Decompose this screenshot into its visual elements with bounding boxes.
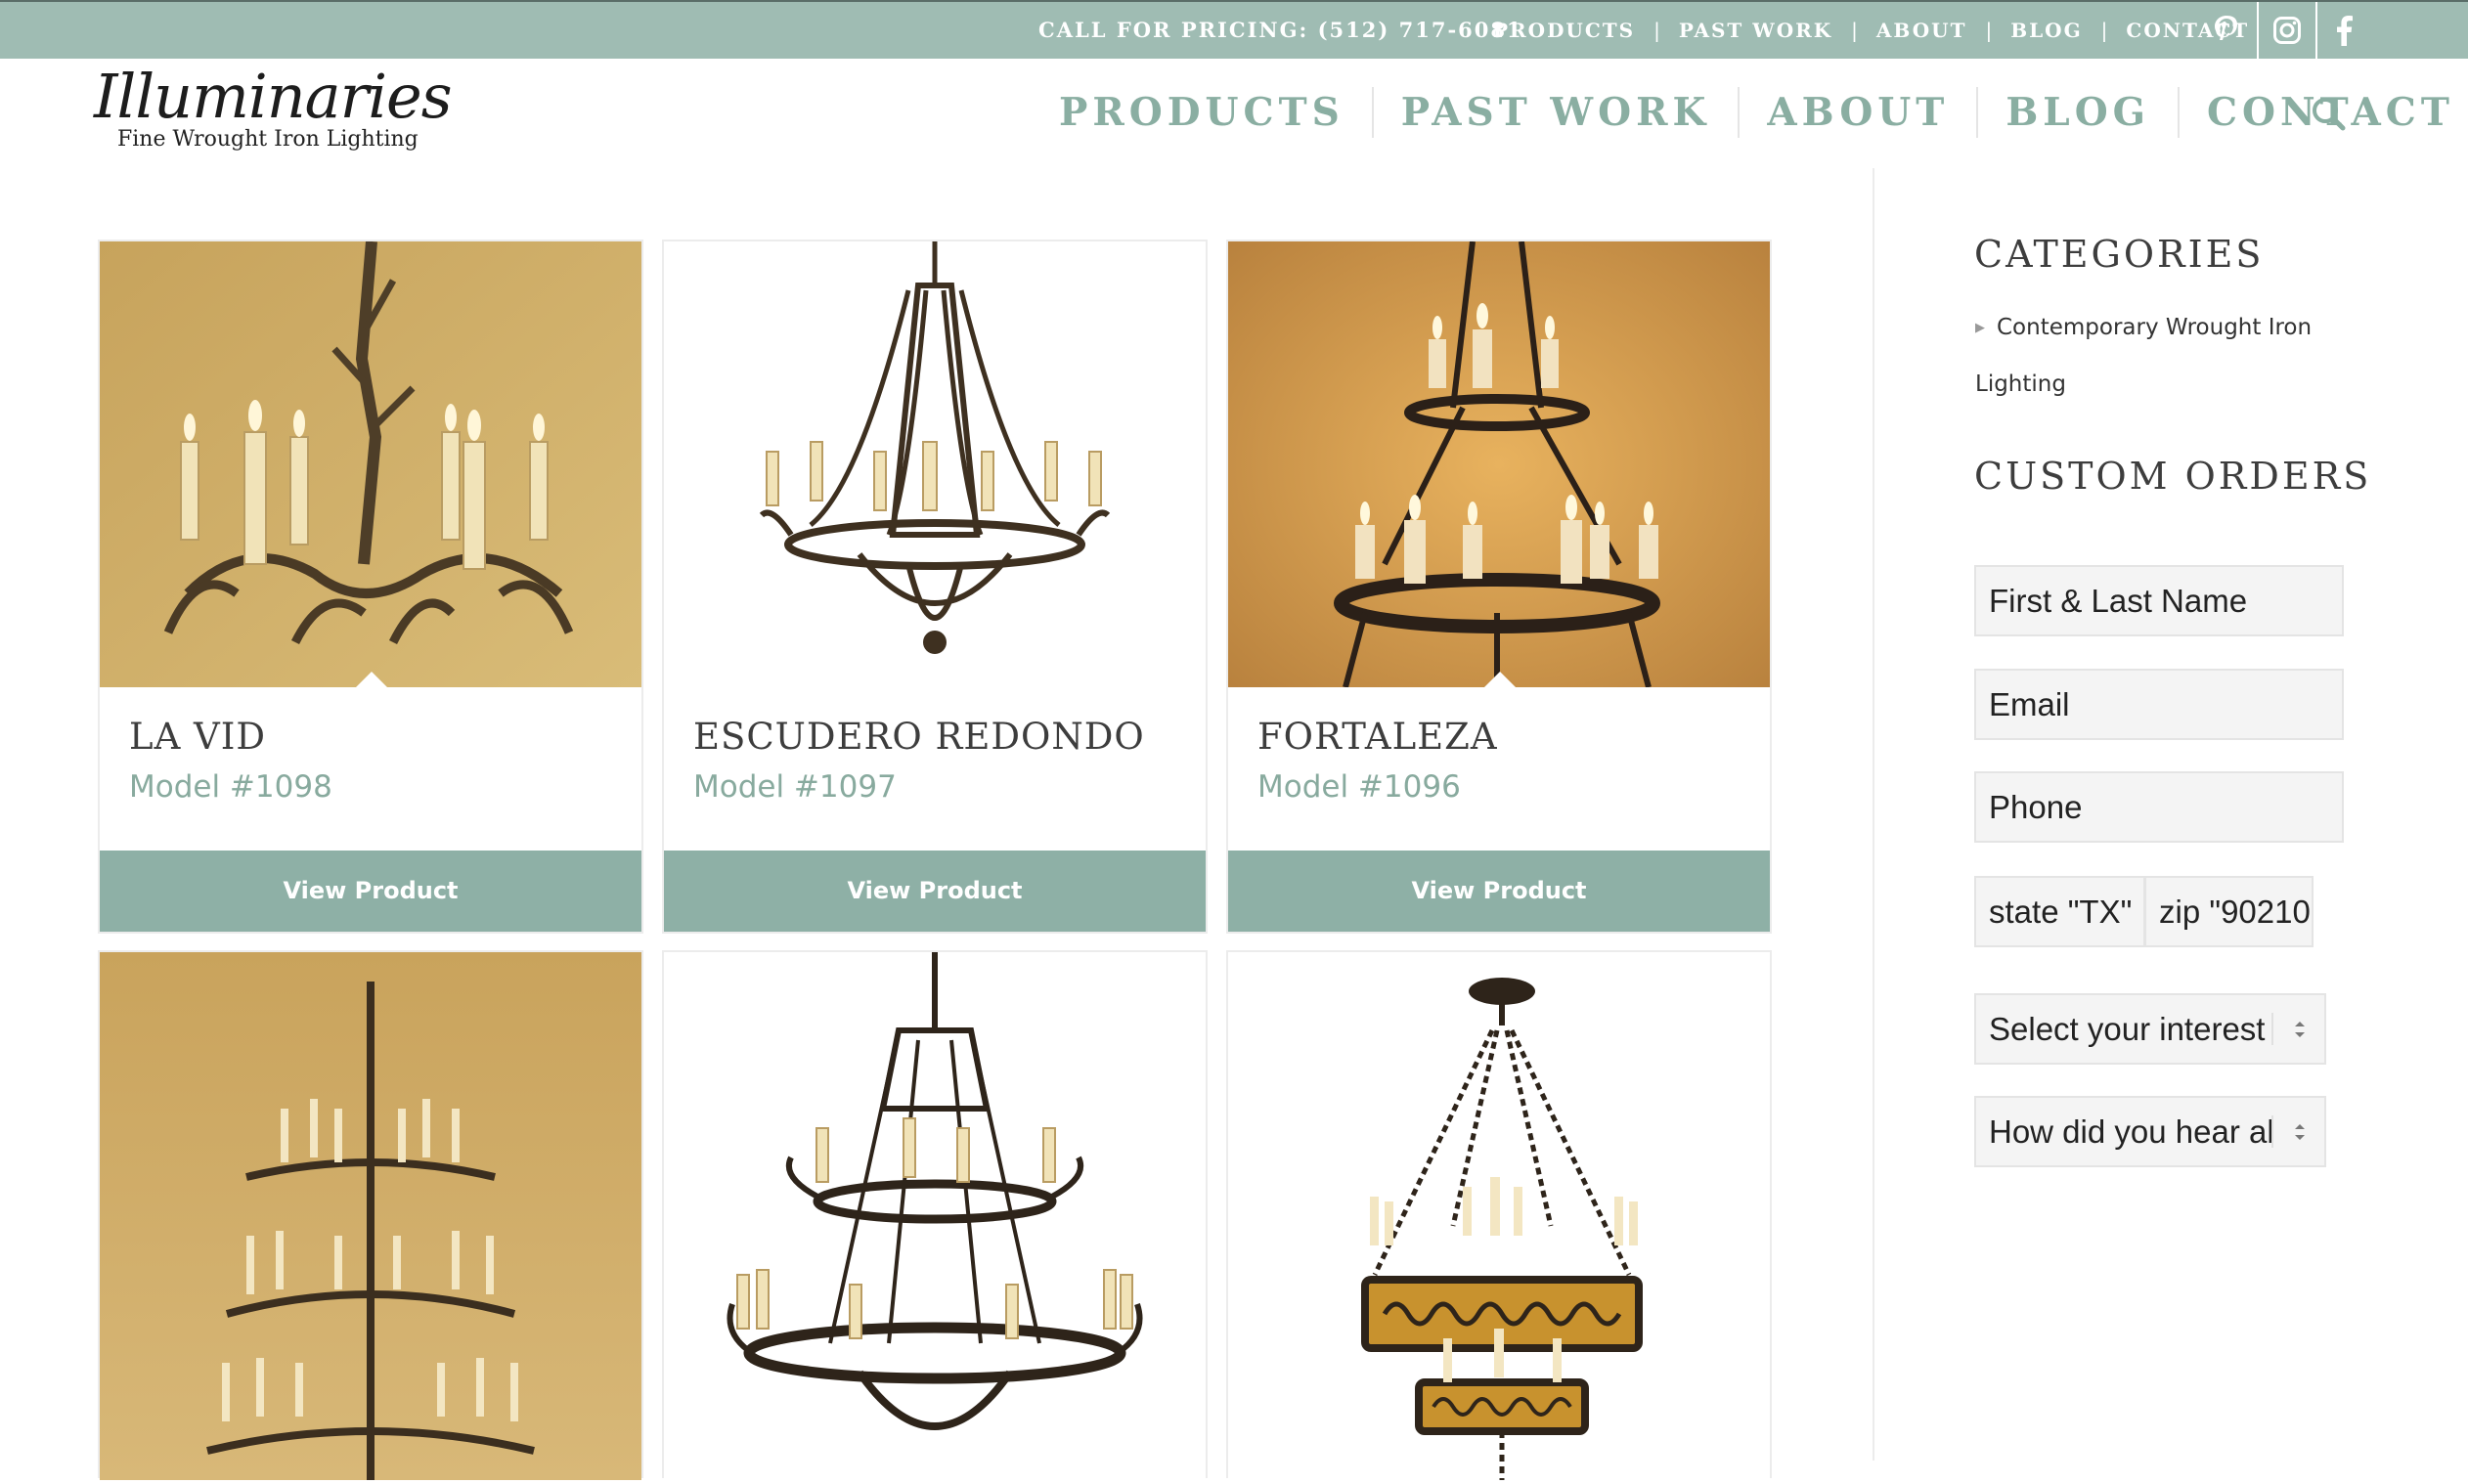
view-product-button[interactable]: View Product [100,851,641,932]
product-image-escudero-redondo[interactable] [664,241,1206,687]
view-product-button[interactable]: View Product [664,851,1206,932]
nav-about[interactable]: ABOUT [1740,90,1976,135]
product-card [98,950,643,1480]
search-icon[interactable] [2308,93,2351,136]
product-model: Model #1096 [1257,769,1461,805]
referral-select[interactable]: How did you hear about us [1974,1096,2326,1167]
product-image-fortaleza[interactable] [1228,240,1770,688]
product-title[interactable]: LA VID [129,716,266,758]
site-logo[interactable]: Illuminaries Fine Wrought Iron Lighting [94,61,453,168]
custom-orders-heading: CUSTOM ORDERS [1974,455,2372,498]
category-link[interactable]: ▶ Contemporary Wrought Iron Lighting [1975,301,2327,412]
logo-wordmark: Illuminaries [94,61,453,132]
main-nav: PRODUCTS PAST WORK ABOUT BLOG CONTACT [1032,84,2468,141]
logo-tagline: Fine Wrought Iron Lighting [117,127,419,152]
top-nav-about[interactable]: ABOUT [1876,19,1967,42]
top-nav-past-work[interactable]: PAST WORK [1679,19,1832,42]
nav-separator: | [2100,19,2108,42]
product-image-la-vid[interactable] [100,240,641,687]
product-image[interactable] [100,952,641,1480]
product-card: FORTALEZA Model #1096 View Product [1226,240,1772,934]
view-product-button[interactable]: View Product [1228,851,1770,932]
phone-field[interactable]: Phone [1974,771,2344,843]
product-image[interactable] [1228,952,1770,1480]
nav-past-work[interactable]: PAST WORK [1374,90,1739,135]
product-title[interactable]: ESCUDERO REDONDO [693,716,1145,758]
facebook-icon[interactable] [2315,2,2372,59]
name-field[interactable]: First & Last Name [1974,565,2344,636]
state-field[interactable]: state "TX" [1974,876,2145,947]
sidebar-divider [1873,168,1874,1461]
referral-select-value: How did you hear about us [1989,1113,2272,1150]
bullet-arrow-icon: ▶ [1975,321,1985,335]
image-notch [1484,672,1516,687]
nav-separator: | [1985,19,1993,42]
nav-separator: | [1653,19,1660,42]
product-card: LA VID Model #1098 View Product [98,240,643,934]
product-card: ESCUDERO REDONDO Model #1097 View Produc… [662,240,1208,934]
product-card [662,950,1208,1480]
category-link-label: Contemporary Wrought Iron Lighting [1975,315,2313,397]
top-nav: PRODUCTS | PAST WORK | ABOUT | BLOG | CONTAC… [1493,2,2249,59]
zip-field[interactable]: zip "90210" [2144,876,2314,947]
email-field[interactable]: Email [1974,669,2344,740]
top-nav-products[interactable]: PRODUCTS [1493,19,1635,42]
top-nav-blog[interactable]: BLOG [2010,19,2082,42]
product-model: Model #1098 [129,769,332,805]
interest-select[interactable]: Select your interest [1974,993,2326,1065]
image-notch [356,672,387,687]
select-arrows-icon [2271,1098,2307,1165]
select-arrows-icon [2271,995,2307,1063]
instagram-icon[interactable] [2257,2,2317,59]
nav-separator: | [1851,19,1858,42]
product-model: Model #1097 [693,769,897,805]
nav-products[interactable]: PRODUCTS [1032,90,1372,135]
product-title[interactable]: FORTALEZA [1257,716,1498,758]
interest-select-value: Select your interest [1989,1010,2266,1047]
pinterest-icon[interactable] [2198,2,2255,59]
call-for-pricing: CALL FOR PRICING: (512) 717-6081 [1038,18,1523,42]
nav-blog[interactable]: BLOG [1978,90,2178,135]
top-bar: CALL FOR PRICING: (512) 717-6081 PRODUCT… [0,0,2468,59]
product-card [1226,950,1772,1480]
product-image[interactable] [664,952,1206,1480]
categories-heading: CATEGORIES [1974,233,2265,276]
